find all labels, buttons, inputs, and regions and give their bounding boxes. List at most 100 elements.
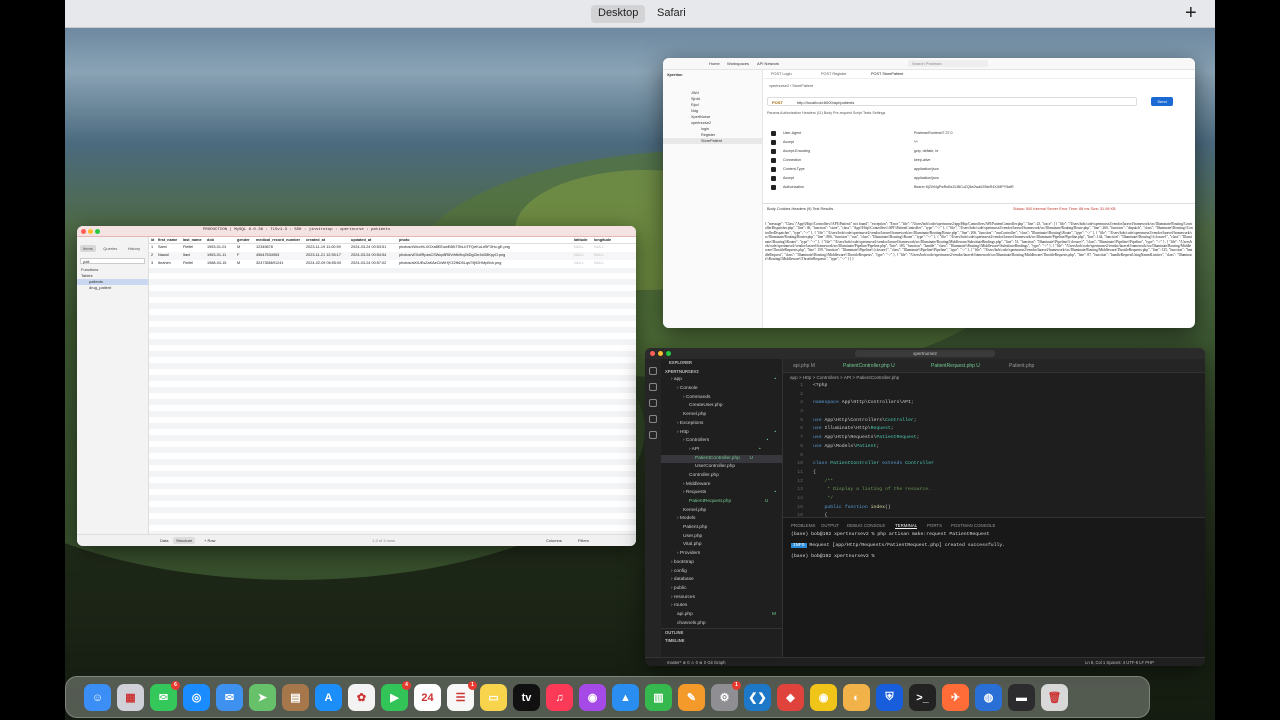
notes-brown-icon[interactable]: ▤	[282, 684, 309, 711]
terminal-prompt[interactable]: (base) bob@192 xpertnursev2 %	[791, 554, 877, 559]
code-line[interactable]: 6 use Illuminate\Http\Request;	[783, 425, 1205, 434]
close-icon[interactable]	[650, 351, 655, 356]
vscode-icon[interactable]: ❮❯	[744, 684, 771, 711]
calendar-icon[interactable]: 24	[414, 684, 441, 711]
checkbox[interactable]	[771, 176, 776, 181]
table-cell[interactable]: NULL	[572, 260, 592, 268]
header-key[interactable]: Accept	[783, 140, 794, 144]
header-key[interactable]: Content-Type	[783, 167, 805, 171]
header-row[interactable]: Authorization Bearer 8|Z0rNgPwRoBxZLtBCuZ…	[771, 184, 1181, 192]
explorer-item[interactable]: Vital.php	[661, 541, 782, 550]
code-line[interactable]: 15 public function index()	[783, 504, 1205, 513]
request-option-tabs[interactable]: Params Authorization Headers (11) Body P…	[767, 111, 1187, 119]
zoom-icon[interactable]	[666, 351, 671, 356]
column-header[interactable]: photo	[397, 237, 572, 243]
run-debug-icon[interactable]	[649, 415, 657, 423]
column-header[interactable]: id	[149, 237, 156, 243]
header-key[interactable]: Connection	[783, 158, 801, 162]
url-input[interactable]: http://localhost:8000/api/patients	[797, 100, 854, 105]
search-input[interactable]: pati	[80, 258, 145, 264]
system-settings-icon[interactable]: ⚙ 1	[711, 681, 741, 711]
tab-api-php[interactable]: api.php M	[793, 363, 815, 369]
podcasts-icon[interactable]: ◉	[579, 684, 606, 711]
explorer-item[interactable]: › config	[661, 568, 782, 577]
code-line[interactable]: 3 namespace App\Http\Controllers\API;	[783, 399, 1205, 408]
table-cell[interactable]: M	[235, 260, 254, 268]
header-value[interactable]: Bearer 8|Z0rNgPwRoBxZLtBCuZQ6e2wa0ZBtzR4…	[914, 185, 1014, 189]
trash-icon[interactable]: 🗑	[1041, 684, 1068, 711]
vscode-window[interactable]: xpertnurse2 EXPLORER XPERTNURSEV2 › app •…	[645, 348, 1205, 666]
table-cell[interactable]: 2024-03-24 00:53:51	[349, 244, 397, 252]
table-cell[interactable]: 2024-02-09 06:55:00	[304, 260, 349, 268]
safari-space-tab[interactable]: Safari	[650, 5, 693, 23]
bitwarden-icon[interactable]: ⛨	[876, 684, 903, 711]
code-line[interactable]: 7 use App\Http\Requests\PatientRequest;	[783, 434, 1205, 443]
explorer-item[interactable]: CreateUser.php	[661, 402, 782, 411]
launchpad-icon[interactable]: ▦	[117, 684, 144, 711]
checkbox[interactable]	[771, 158, 776, 163]
data-grid[interactable]: id first_name last_name dob gender medic…	[149, 237, 636, 534]
explorer-item[interactable]: Kernel.php	[661, 411, 782, 420]
explorer-item[interactable]: PatientRequest.php U	[661, 498, 782, 507]
mail-icon[interactable]: ✉	[216, 684, 243, 711]
panel-tab-terminal[interactable]: TERMINAL	[895, 523, 918, 529]
tableplus-window[interactable]: PRODUCTION | MySQL 8.0.36 : TLSv1.3 : SS…	[77, 226, 636, 546]
code-line[interactable]: 4	[783, 408, 1205, 417]
structure-tab[interactable]: Structure	[173, 537, 196, 544]
project-folder[interactable]: XPERTNURSEV2	[661, 368, 782, 377]
table-item-drug-patient[interactable]: drug_patient	[77, 285, 148, 291]
header-row[interactable]: Content-Type application/json	[771, 166, 1181, 174]
table-cell[interactable]: 2023-11-19 11:00:59	[304, 244, 349, 252]
tab-patient-controller[interactable]: PatientController.php U	[843, 363, 895, 369]
response-tabs[interactable]: Body Cookies Headers (9) Test Results	[767, 207, 833, 211]
files-icon[interactable]	[649, 367, 657, 375]
table-cell[interactable]: 2024-03-24 00:57:02	[349, 260, 397, 268]
explorer-item[interactable]: › Http •	[661, 429, 782, 438]
tab-storepatient[interactable]: POST StorePatient	[871, 72, 903, 76]
tab-patient-request[interactable]: PatientRequest.php U	[931, 363, 980, 369]
table-cell[interactable]: 12345678	[254, 244, 304, 252]
timeline-section[interactable]: TIMELINE	[661, 637, 782, 646]
panel-tab-problems[interactable]: PROBLEMS	[791, 523, 815, 528]
nav-workspaces[interactable]: Workspaces	[727, 61, 749, 66]
chrome-icon[interactable]: ◉	[810, 684, 837, 711]
breadcrumb[interactable]: app > Http > Controllers > API > Patient…	[790, 375, 899, 380]
table-cell[interactable]: Ibrahim	[156, 260, 181, 268]
table-cell[interactable]: NULL	[592, 260, 614, 268]
photos-icon[interactable]: ✿	[348, 684, 375, 711]
table-cell[interactable]: photos/vEXdfRpzaCSWcp8R6Vrhfk9rq2bDgCkr4…	[397, 252, 572, 260]
music-icon[interactable]: ♫	[546, 684, 573, 711]
explorer-item[interactable]: channels.php	[661, 620, 782, 629]
checkbox[interactable]	[771, 167, 776, 172]
numbers-icon[interactable]: ▥	[645, 684, 672, 711]
code-line[interactable]: 11{	[783, 469, 1205, 478]
column-header[interactable]: first_name	[156, 237, 181, 243]
code-line[interactable]: 10 class PatientController extends Contro…	[783, 460, 1205, 469]
column-header[interactable]: last_name	[181, 237, 205, 243]
panel-tab-debug-console[interactable]: DEBUG CONSOLE	[847, 523, 885, 528]
explorer-item[interactable]: Controller.php	[661, 472, 782, 481]
panel-tab-ports[interactable]: PORTS	[927, 523, 942, 528]
table-cell[interactable]: Sami	[156, 244, 181, 252]
column-header[interactable]: longitude	[592, 237, 614, 243]
explorer-item[interactable]: User.php	[661, 533, 782, 542]
explorer-item[interactable]: › routes	[661, 602, 782, 611]
explorer-item[interactable]: › app •	[661, 376, 782, 385]
tab-items[interactable]: Items	[80, 245, 96, 252]
app-store-icon[interactable]: A	[315, 684, 342, 711]
explorer-item[interactable]: UserController.php	[661, 463, 782, 472]
table-cell[interactable]: Fleifel	[181, 260, 205, 268]
explorer-item[interactable]: › bootstrap	[661, 559, 782, 568]
code-line[interactable]: 1 <?php	[783, 382, 1205, 391]
table-cell[interactable]: 1963-01-11	[205, 252, 235, 260]
table-cell[interactable]: photos/aiXIUEsZaKAeCbWHjYZ2fbD5LqsT9j92H…	[397, 260, 572, 268]
explorer-item[interactable]: › Commands	[661, 394, 782, 403]
header-row[interactable]: User-Agent PostmanRuntime/7.37.0	[771, 130, 1181, 138]
header-key[interactable]: Authorization	[783, 185, 804, 189]
downloads-icon[interactable]: ▬	[1008, 684, 1035, 711]
panel-tab-output[interactable]: OUTPUT	[821, 523, 839, 528]
messages-icon[interactable]: ✉ 6	[150, 681, 180, 711]
code-line[interactable]: 12 /**	[783, 478, 1205, 487]
maps-icon[interactable]: ➤	[249, 684, 276, 711]
table-cell[interactable]: NULL	[592, 244, 614, 252]
